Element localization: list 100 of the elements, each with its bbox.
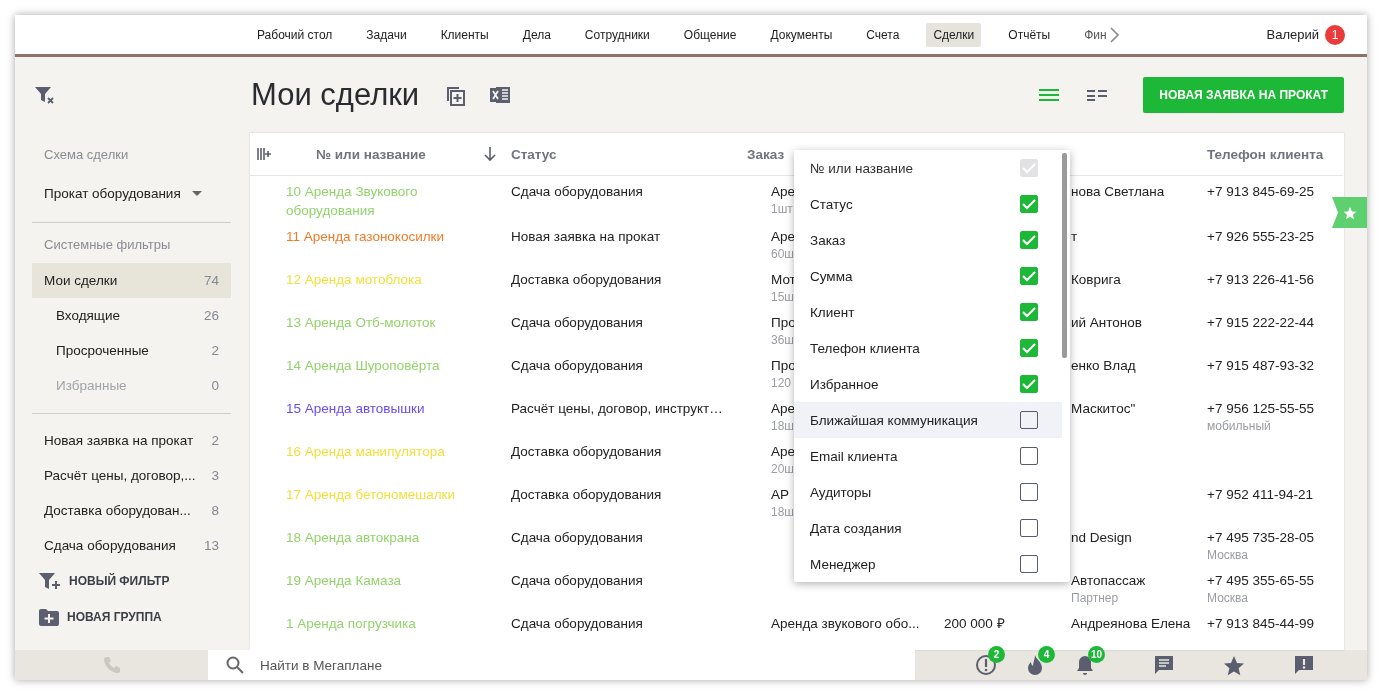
checkbox[interactable] (1020, 375, 1038, 393)
nav-tab[interactable]: Сотрудники (577, 22, 657, 47)
column-option[interactable]: Клиент (794, 294, 1062, 330)
section-label: Системные фильтры (43, 236, 172, 254)
group-item[interactable]: Новая заявка на прокат 2 (32, 423, 231, 458)
client-name[interactable]: ий Антонов (1071, 313, 1207, 332)
page-title: Мои сделки (251, 77, 420, 113)
nav-tab[interactable]: Сделки (926, 22, 982, 47)
new-filter-link[interactable]: НОВЫЙ ФИЛЬТР (69, 574, 170, 588)
nav-tab[interactable]: Отчёты (1001, 22, 1058, 47)
phone-number: +7 495 355-65-55 (1207, 572, 1315, 590)
group-count: 8 (211, 503, 219, 518)
checkbox[interactable] (1020, 339, 1038, 357)
column-option[interactable]: Сумма (794, 258, 1062, 294)
column-option[interactable]: Заказ (794, 222, 1062, 258)
filter-count: 0 (211, 378, 219, 393)
filter-item[interactable]: Просроченные 2 (32, 333, 231, 368)
scrollbar[interactable] (1062, 153, 1067, 358)
checkbox[interactable] (1020, 447, 1038, 465)
nav-tab[interactable]: Клиенты (433, 22, 496, 47)
checkbox[interactable] (1020, 411, 1038, 429)
nav-tab[interactable]: Рабочий стол (250, 22, 340, 47)
order-text: Аре (771, 400, 796, 418)
notification-badge: 1 (1325, 24, 1345, 45)
client-type: Партнер (1071, 590, 1120, 607)
order-quantity: 60ш (771, 246, 794, 263)
count-badge: 2 (988, 646, 1005, 663)
column-option[interactable]: Статус (794, 186, 1062, 222)
group-item[interactable]: Сдача оборудования 13 (32, 528, 231, 563)
phone-number: +7 915 222-22-44 (1207, 314, 1315, 332)
nav-tab[interactable]: Фин (1077, 22, 1109, 47)
column-option[interactable]: Избранное (794, 366, 1062, 402)
filter-label: Входящие (56, 308, 120, 323)
sort-down-icon[interactable] (483, 146, 497, 162)
nav-tab[interactable]: Задачи (359, 22, 414, 47)
nav-tab[interactable]: Счета (859, 22, 907, 47)
checkbox[interactable] (1020, 195, 1038, 213)
client-name[interactable]: т (1071, 227, 1207, 246)
checkbox[interactable] (1020, 231, 1038, 249)
checkbox[interactable] (1020, 519, 1038, 537)
option-label: Аудиторы (810, 484, 872, 500)
order-quantity: 20ш (771, 461, 794, 478)
deal-link[interactable]: 15 Аренда автовышки (286, 399, 425, 418)
option-label: Сумма (810, 268, 853, 284)
checkbox[interactable] (1020, 555, 1038, 573)
star-icon[interactable] (1223, 654, 1245, 676)
nav-tab[interactable]: Документы (763, 22, 840, 47)
client-name[interactable]: Автопассаж (1071, 571, 1207, 590)
chat-icon[interactable] (1153, 655, 1175, 675)
column-header[interactable]: Статус (511, 146, 557, 162)
add-column-icon[interactable] (257, 147, 273, 161)
checkbox[interactable] (1020, 483, 1038, 501)
group-label: Доставка оборудован... (44, 503, 191, 518)
order-quantity: 36ш (771, 332, 794, 349)
column-option[interactable]: Email клиента (794, 438, 1062, 474)
option-label: Дата создания (810, 520, 902, 536)
star-icon (1342, 205, 1357, 220)
client-name[interactable]: Маскитос" (1071, 399, 1207, 418)
column-option[interactable]: Телефон клиента (794, 330, 1062, 366)
group-item[interactable]: Расчёт цены, договор,... 3 (32, 458, 231, 493)
scheme-dropdown[interactable]: Прокат оборудования (44, 185, 202, 201)
fire-icon[interactable] (1025, 654, 1045, 676)
column-header[interactable]: Телефон клиента (1207, 146, 1324, 162)
column-option[interactable]: Аудиторы (794, 474, 1062, 510)
filter-item[interactable]: Мои сделки 74 (32, 263, 231, 298)
client-name[interactable]: нова Светлана (1071, 182, 1207, 201)
option-label: Менеджер (810, 556, 876, 572)
phone-number: +7 913 845-44-99 (1207, 615, 1315, 633)
status-text: Сдача оборудования (511, 315, 643, 330)
group-item[interactable]: Доставка оборудован... 8 (32, 493, 231, 528)
client-name[interactable]: енко Влад (1071, 356, 1207, 375)
phone-number: +7 495 735-28-05 (1207, 529, 1315, 547)
filter-label: Избранные (56, 378, 127, 393)
client-name[interactable]: nd Design (1071, 528, 1207, 547)
column-option[interactable]: Менеджер (794, 546, 1062, 582)
checkbox[interactable] (1020, 267, 1038, 285)
spreadsheet-icon[interactable] (489, 84, 512, 106)
filter-label: Мои сделки (44, 273, 118, 288)
column-option[interactable]: Ближайшая коммуникация (794, 402, 1062, 438)
clear-filter-icon[interactable] (34, 85, 56, 105)
status-text: Сдача оборудования (511, 530, 643, 545)
group-count: 3 (211, 468, 219, 483)
column-option[interactable]: Дата создания (794, 510, 1062, 546)
client-name[interactable]: Коврига (1071, 270, 1207, 289)
phone-number: +7 913 226-41-56 (1207, 271, 1315, 289)
nav-tab[interactable]: Общение (676, 22, 744, 47)
column-header[interactable]: № или название (316, 146, 426, 162)
column-header[interactable]: Заказ (747, 146, 785, 162)
filter-item[interactable]: Входящие 26 (32, 298, 231, 333)
filter-count: 74 (203, 273, 219, 288)
chevron-right-icon[interactable] (1108, 25, 1121, 44)
order-text: Аре (771, 228, 796, 246)
nav-tab[interactable]: Дела (515, 22, 558, 47)
checkbox[interactable] (1020, 303, 1038, 321)
feedback-icon[interactable] (1293, 655, 1315, 675)
user-name[interactable]: Валерий (1266, 27, 1319, 42)
phone-note: Москва (1207, 547, 1249, 564)
search-field[interactable]: Найти в Мегаплане (208, 650, 915, 680)
client-name[interactable]: Андреянова Елена (1071, 614, 1207, 633)
new-group-link[interactable]: НОВАЯ ГРУППА (67, 610, 162, 624)
